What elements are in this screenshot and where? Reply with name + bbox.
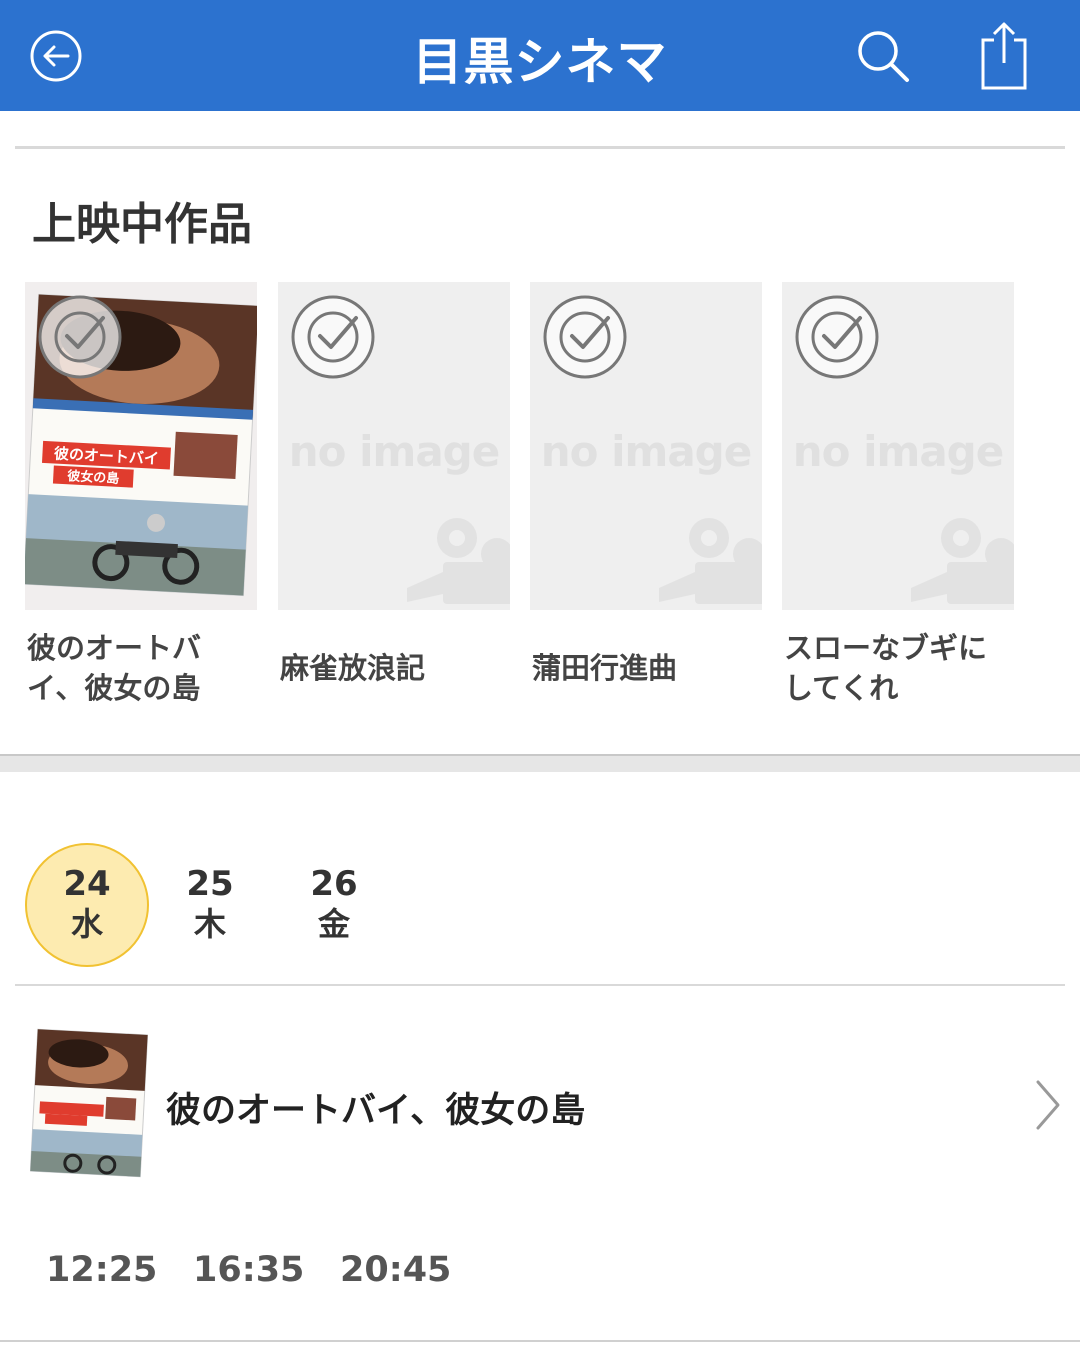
no-image-label: no image	[540, 427, 752, 476]
date-tab-25[interactable]: 25 木	[148, 843, 272, 967]
movie-card-title: 彼のオートバイ、彼女の島	[27, 631, 202, 705]
movie-camera-icon	[407, 518, 510, 604]
showtime-2045[interactable]: 20:45	[340, 1250, 451, 1290]
date-tab-26[interactable]: 26 金	[272, 843, 396, 967]
movie-poster-placeholder: no image	[278, 282, 510, 610]
movie-poster-placeholder: no image	[530, 282, 762, 610]
showtime-1635[interactable]: 16:35	[193, 1250, 304, 1290]
date-weekday: 水	[70, 905, 103, 943]
movie-card[interactable]: no image スローなブギにしてくれ	[782, 282, 1014, 705]
movie-card[interactable]: no image 麻雀放浪記	[278, 282, 510, 685]
poster-sub-text: 彼女の島	[67, 468, 120, 487]
search-button[interactable]	[845, 18, 921, 94]
divider	[15, 984, 1065, 986]
check-circle-icon[interactable]	[542, 294, 628, 380]
share-icon	[981, 22, 1027, 90]
app-header: 目黒シネマ	[0, 0, 1080, 111]
check-circle-icon[interactable]	[290, 294, 376, 380]
now-showing-heading: 上映中作品	[32, 199, 252, 250]
divider	[0, 1340, 1080, 1342]
date-day: 24	[63, 864, 111, 904]
date-tab-24[interactable]: 24 水	[25, 843, 149, 967]
movie-poster-placeholder: no image	[782, 282, 1014, 610]
date-weekday: 木	[193, 905, 226, 943]
no-image-label: no image	[792, 427, 1004, 476]
schedule-movie-title: 彼のオートバイ、彼女の島	[166, 1091, 586, 1131]
date-day: 25	[186, 864, 234, 904]
divider	[15, 146, 1065, 149]
movie-poster: 彼のオートバイ 彼女の島	[25, 282, 257, 610]
schedule-movie-row[interactable]: 彼のオートバイ、彼女の島	[0, 1020, 1080, 1190]
check-circle-icon[interactable]	[37, 294, 123, 380]
movie-thumbnail	[30, 1028, 148, 1178]
showtime-1225[interactable]: 12:25	[46, 1250, 157, 1290]
search-icon	[858, 31, 909, 82]
section-separator	[0, 754, 1080, 772]
no-image-label: no image	[288, 427, 500, 476]
movie-card-title: 蒲田行進曲	[532, 651, 678, 685]
movie-card-title: 麻雀放浪記	[280, 651, 426, 685]
date-day: 26	[310, 864, 358, 904]
chevron-right-icon	[1036, 1080, 1060, 1130]
movie-card[interactable]: 彼のオートバイ 彼女の島 彼のオートバイ、彼女の島	[25, 282, 257, 705]
movie-camera-icon	[911, 518, 1014, 604]
date-weekday: 金	[317, 905, 350, 943]
movie-camera-icon	[659, 518, 762, 604]
movie-card[interactable]: no image 蒲田行進曲	[530, 282, 762, 685]
share-button[interactable]	[966, 18, 1042, 94]
check-circle-icon[interactable]	[794, 294, 880, 380]
movie-card-title: スローなブギにしてくれ	[784, 631, 988, 705]
